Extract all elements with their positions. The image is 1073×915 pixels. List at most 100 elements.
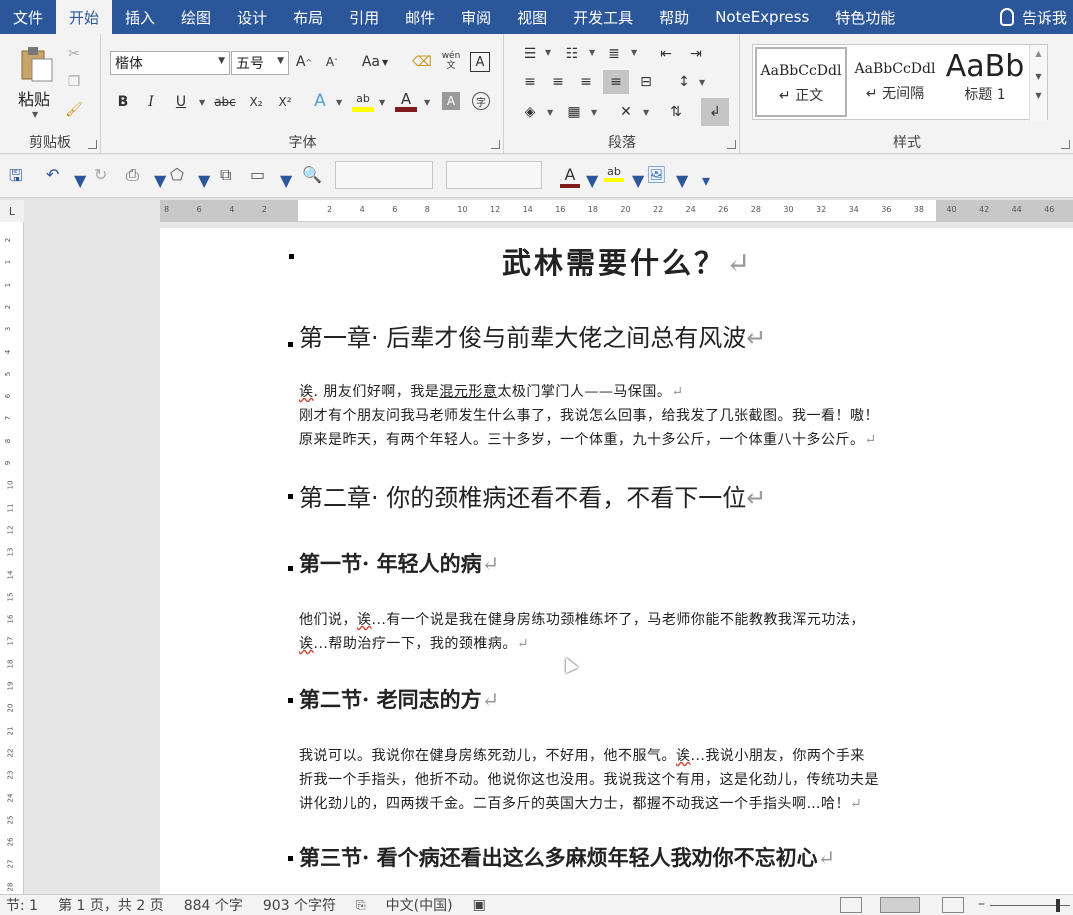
style-no-spacing[interactable]: AaBbCcDdl ↵ 无间隔 [849, 47, 941, 117]
grow-font-icon[interactable]: A ^ [294, 52, 314, 72]
borders-icon[interactable]: ▦ [563, 102, 585, 122]
chapter-2-heading[interactable]: 第二章· 你的颈椎病还看不看，不看下一位↵ [299, 478, 766, 513]
tab-1[interactable]: 开始 [56, 0, 113, 34]
undo-icon[interactable]: ↶ [46, 165, 59, 184]
character-shading-icon[interactable]: A [442, 92, 460, 110]
web-layout-icon[interactable] [942, 897, 964, 913]
section-2-paragraph-3[interactable]: 讲化劲儿的，四两拨千金。二百多斤的英国大力士，都握不动我这一个手指头啊…哈！↵ [299, 792, 862, 816]
shapes-dropdown-icon[interactable]: ▼ [198, 171, 210, 190]
tab-12[interactable]: NoteExpress [702, 0, 822, 34]
clipboard-launcher-icon[interactable] [88, 140, 97, 149]
style-heading-1[interactable]: AaBb 标题 1 [939, 47, 1031, 117]
bold-button[interactable]: B [114, 92, 132, 112]
section-indicator[interactable]: 节: 1 [6, 895, 38, 915]
macro-record-icon[interactable]: ▣ [473, 897, 486, 913]
line-spacing-dropdown-icon[interactable]: ▼ [699, 78, 705, 87]
tab-6[interactable]: 引用 [336, 0, 392, 34]
multilevel-list-icon[interactable]: ≣ [603, 44, 625, 64]
qat-font-color-dropdown-icon[interactable]: ▼ [586, 171, 598, 190]
paste-button[interactable] [16, 44, 56, 84]
font-color-dropdown-icon[interactable]: ▼ [424, 98, 430, 107]
superscript-button[interactable]: X² [274, 92, 296, 112]
italic-button[interactable]: I [142, 92, 160, 112]
paragraph-launcher-icon[interactable] [727, 140, 736, 149]
align-center-icon[interactable]: ≡ [547, 72, 569, 92]
numbering-dropdown-icon[interactable]: ▼ [589, 48, 595, 57]
shrink-font-icon[interactable]: Aˇ [322, 52, 342, 72]
section-1-heading[interactable]: 第一节· 年轻人的病↵ [299, 548, 499, 578]
bullets-icon[interactable]: ☰ [519, 44, 541, 64]
chapter-1-paragraph-2[interactable]: 刚才有个朋友问我马老师发生什么事了，我说怎么回事，给我发了几张截图。我一看！嗷！ [299, 404, 879, 428]
save-icon[interactable]: 🖫 [9, 165, 23, 192]
increase-indent-icon[interactable]: ⇥ [685, 44, 707, 64]
qat-font-field[interactable] [335, 161, 433, 189]
word-count[interactable]: 884 个字 [184, 895, 243, 915]
cut-icon[interactable]: ✂ [64, 44, 84, 64]
chinese-layout-dropdown-icon[interactable]: ▼ [643, 108, 649, 117]
document-title[interactable]: 武林需要什么？↵ [502, 240, 753, 282]
character-border-icon[interactable]: A [470, 52, 490, 72]
show-marks-icon[interactable]: ↲ [701, 98, 729, 126]
section-2-heading[interactable]: 第二节· 老同志的方↵ [299, 684, 499, 714]
tab-10[interactable]: 开发工具 [560, 0, 646, 34]
chapter-1-heading[interactable]: 第一章· 后辈才俊与前辈大佬之间总有风波↵ [299, 318, 766, 353]
enclose-characters-icon[interactable]: 字 [472, 92, 490, 110]
bullets-dropdown-icon[interactable]: ▼ [545, 48, 551, 57]
paste-dropdown-icon[interactable]: ▼ [32, 110, 38, 119]
char-count[interactable]: 903 个字符 [263, 895, 336, 915]
tab-13[interactable]: 特色功能 [822, 0, 908, 34]
read-mode-icon[interactable] [840, 897, 862, 913]
text-effects-dropdown-icon[interactable]: ▼ [336, 98, 342, 107]
tab-2[interactable]: 插入 [112, 0, 168, 34]
tab-0[interactable]: 文件 [0, 0, 56, 34]
borders-dropdown-icon[interactable]: ▼ [591, 108, 597, 117]
print-layout-icon[interactable] [880, 897, 920, 913]
chapter-1-paragraph-1[interactable]: 诶. 朋友们好啊，我是混元形意太极门掌门人——马保国。↵ [299, 380, 684, 404]
form-field-icon[interactable]: ▭ [250, 165, 265, 184]
align-right-icon[interactable]: ≡ [575, 72, 597, 92]
justify-icon[interactable]: ≡ [603, 70, 629, 94]
line-spacing-icon[interactable]: ↕ [673, 72, 695, 92]
tab-7[interactable]: 邮件 [392, 0, 448, 34]
print-icon[interactable]: ⎙ [126, 165, 139, 185]
tell-me-box[interactable]: 告诉我 [999, 0, 1073, 34]
styles-launcher-icon[interactable] [1061, 140, 1070, 149]
print-dropdown-icon[interactable]: ▼ [154, 171, 166, 190]
subscript-button[interactable]: X₂ [245, 92, 267, 112]
clear-formatting-icon[interactable]: ⌫ [412, 52, 432, 72]
styles-scrollbar[interactable]: ▲ ▼ ▼ [1029, 45, 1047, 121]
shading-dropdown-icon[interactable]: ▼ [547, 108, 553, 117]
decrease-indent-icon[interactable]: ⇤ [655, 44, 677, 64]
tab-8[interactable]: 审阅 [448, 0, 504, 34]
shapes-icon[interactable]: ⬠ [170, 165, 184, 184]
font-size-combo[interactable]: 五号 ▼ [231, 51, 289, 75]
undo-dropdown-icon[interactable]: ▼ [74, 171, 86, 190]
multilevel-dropdown-icon[interactable]: ▼ [631, 48, 637, 57]
tab-11[interactable]: 帮助 [646, 0, 702, 34]
tab-3[interactable]: 绘图 [168, 0, 224, 34]
qat-font-color-icon[interactable]: A [560, 165, 580, 188]
horizontal-ruler[interactable]: 8 6 4 2 2 4 6 8 10 12 14 16 18 20 22 24 26 28 30 32 34 36 38 40… [160, 200, 1073, 222]
align-left-icon[interactable]: ≡ [519, 72, 541, 92]
redo-icon[interactable]: ↻ [94, 165, 107, 184]
picture-icon[interactable]: 🖼 [646, 165, 666, 184]
section-3-heading[interactable]: 第三节· 看个病还看出这么多麻烦年轻人我劝你不忘初心↵ [299, 842, 835, 872]
font-name-combo[interactable]: 楷体 ▼ [110, 51, 230, 75]
text-effects-icon[interactable]: A [310, 90, 330, 112]
tab-4[interactable]: 设计 [224, 0, 280, 34]
highlight-icon[interactable]: ab [352, 90, 374, 112]
tab-9[interactable]: 视图 [504, 0, 560, 34]
qat-highlight-dropdown-icon[interactable]: ▼ [632, 171, 644, 190]
style-normal[interactable]: AaBbCcDdl ↵ 正文 [755, 47, 847, 117]
qat-highlight-icon[interactable]: ab [604, 165, 624, 182]
copy-icon[interactable]: ❐ [64, 72, 84, 92]
section-1-paragraph-2[interactable]: 诶...帮助治疗一下，我的颈椎病。↵ [299, 632, 529, 656]
qat-size-field[interactable] [446, 161, 542, 189]
scroll-down-icon[interactable]: ▼ [1030, 72, 1047, 81]
underline-button[interactable]: U [172, 92, 190, 112]
scroll-up-icon[interactable]: ▲ [1030, 49, 1047, 58]
numbering-icon[interactable]: ☷ [561, 44, 583, 64]
tab-5[interactable]: 布局 [280, 0, 336, 34]
document-page[interactable]: 武林需要什么？↵ 第一章· 后辈才俊与前辈大佬之间总有风波↵ 诶. 朋友们好啊，… [160, 228, 1073, 894]
tab-selector-icon[interactable]: L [0, 200, 24, 222]
